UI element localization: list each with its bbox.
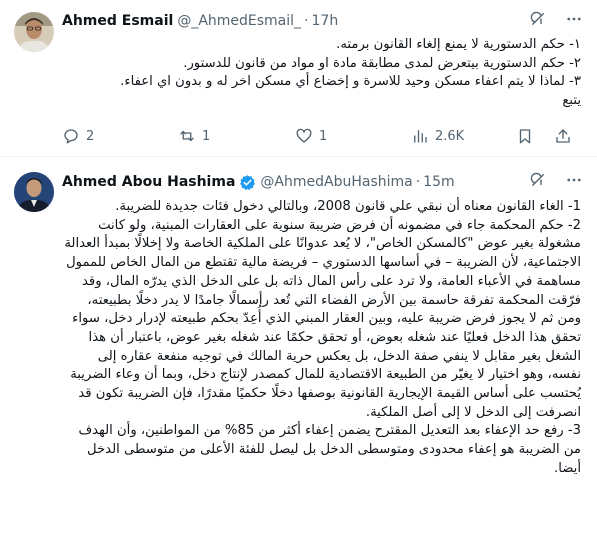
repost-count: 1	[202, 128, 211, 144]
tweet-text: ١- حكم الدستورية لا يمنع إلغاء القانون ب…	[62, 36, 581, 111]
author-handle[interactable]: @_AhmedEsmail_	[177, 13, 301, 29]
verified-badge-icon	[239, 174, 256, 191]
views-button[interactable]: 2.6K	[411, 127, 464, 145]
bookmark-icon	[519, 129, 531, 144]
avatar[interactable]	[14, 12, 54, 52]
tweet-line: يتبع	[562, 93, 581, 109]
author-name[interactable]: Ahmed Esmail	[62, 13, 173, 29]
author-handle[interactable]: @AhmedAbuHashima	[260, 174, 412, 190]
more-options-icon[interactable]	[565, 10, 583, 28]
views-count: 2.6K	[435, 128, 465, 144]
grok-icon[interactable]	[529, 10, 547, 28]
more-options-icon[interactable]	[565, 171, 583, 189]
tweet-line: 2- حكم المحكمة جاء في مضمونه أن فرض ضريب…	[64, 217, 581, 420]
tweet-line: ٢- حكم الدستورية بيتعرض لمدى مطابقة مادة…	[183, 55, 581, 71]
timestamp[interactable]: 17h	[312, 13, 339, 29]
share-button[interactable]	[554, 127, 572, 145]
tweet-line: 1- الغاء القانون معناه أن نبقي علي قانون…	[115, 199, 581, 214]
heart-icon	[296, 128, 312, 143]
tweet-text: 1- الغاء القانون معناه أن نبقي علي قانون…	[62, 198, 581, 479]
tweet-card[interactable]: Ahmed Esmail @_AhmedEsmail_ · 17h ١- حكم…	[0, 0, 597, 157]
repost-icon	[180, 130, 194, 142]
repost-button[interactable]: 1	[178, 127, 210, 145]
tweet-line: ١- حكم الدستورية لا يمنع إلغاء القانون ب…	[336, 37, 581, 52]
tweet-card[interactable]: Ahmed Abou Hashima @AhmedAbuHashima · 15…	[0, 158, 597, 558]
like-button[interactable]: 1	[295, 127, 327, 145]
author-name[interactable]: Ahmed Abou Hashima	[62, 174, 235, 190]
share-icon	[556, 129, 570, 143]
avatar[interactable]	[14, 172, 54, 212]
tweet-line: ٣- لماذا لا يتم اعفاء مسكن وحيد للاسرة و…	[120, 74, 581, 90]
grok-icon[interactable]	[529, 171, 547, 189]
reply-button[interactable]: 2	[62, 127, 94, 145]
reply-count: 2	[86, 128, 95, 144]
reply-icon	[64, 129, 78, 144]
tweet-line: 3- رفع حد الإعفاء بعد التعديل المقترح يض…	[78, 423, 581, 476]
views-icon	[414, 130, 427, 143]
bookmark-button[interactable]	[516, 127, 534, 145]
like-count: 1	[319, 128, 328, 144]
action-bar: 2 1 1 2.6K	[62, 126, 583, 146]
timestamp[interactable]: 15m	[423, 174, 454, 190]
